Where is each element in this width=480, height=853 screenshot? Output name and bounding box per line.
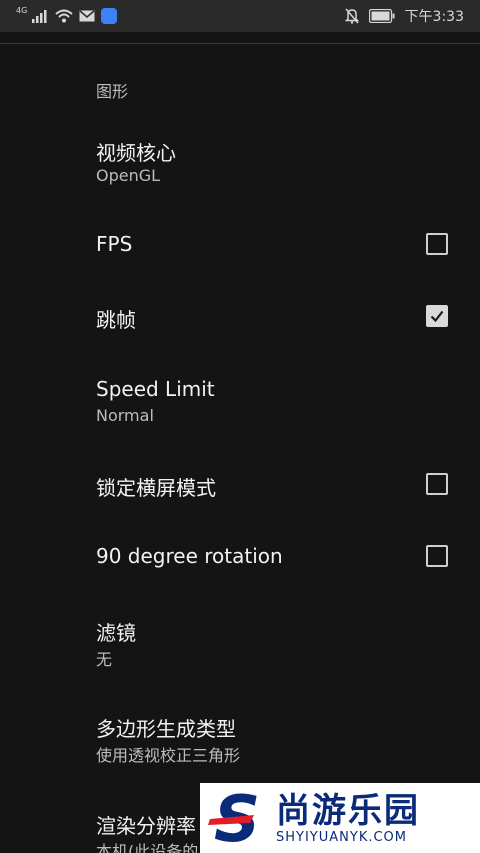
battery-icon	[368, 9, 395, 23]
wifi-icon	[55, 9, 73, 23]
video-core-summary: OpenGL	[96, 166, 161, 185]
status-time: 下午3:33	[404, 9, 464, 25]
mute-notification-icon	[344, 8, 359, 24]
checkmark-icon	[430, 310, 444, 323]
setting-rotation-90[interactable]: 90 degree rotation	[0, 530, 480, 584]
header-divider	[0, 43, 480, 44]
setting-video-core[interactable]: 视频核心 OpenGL	[0, 130, 480, 200]
status-left: 4G	[16, 5, 118, 26]
frame-skip-checkbox[interactable]	[426, 305, 448, 327]
status-right: 下午3:33	[344, 6, 464, 26]
polygon-generation-title: 多边形生成类型	[96, 717, 236, 741]
rotation-90-title: 90 degree rotation	[96, 544, 283, 568]
setting-lock-landscape[interactable]: 锁定横屏模式	[0, 458, 480, 512]
filter-summary: 无	[96, 650, 113, 669]
watermark-text: 尚游乐园 SHYIYUANYK.COM	[276, 792, 420, 845]
status-bar: 4G 下午3:33	[0, 0, 480, 32]
setting-fps[interactable]: FPS	[0, 218, 480, 272]
section-title-graphics: 图形	[96, 82, 129, 101]
speed-limit-title: Speed Limit	[96, 377, 215, 401]
render-resolution-title: 渲染分辨率	[96, 814, 196, 838]
mail-icon	[79, 10, 95, 22]
network-label: 4G	[16, 5, 28, 15]
setting-polygon-generation[interactable]: 多边形生成类型 使用透视校正三角形	[0, 706, 480, 776]
watermark-cn: 尚游乐园	[276, 790, 420, 831]
setting-filter[interactable]: 滤镜 无	[0, 610, 480, 680]
fps-title: FPS	[96, 232, 133, 256]
polygon-generation-summary: 使用透视校正三角形	[96, 746, 241, 765]
video-core-title: 视频核心	[96, 141, 176, 165]
filter-title: 滤镜	[96, 621, 136, 645]
frame-skip-title: 跳帧	[96, 308, 136, 332]
setting-speed-limit[interactable]: Speed Limit Normal	[0, 370, 480, 440]
signal-icon	[32, 10, 47, 23]
watermark-logo-icon: S	[208, 785, 260, 851]
setting-frame-skip[interactable]: 跳帧	[0, 290, 480, 344]
lock-landscape-checkbox[interactable]	[426, 473, 448, 495]
rotation-90-checkbox[interactable]	[426, 545, 448, 567]
watermark-en: SHYIYUANYK.COM	[276, 829, 407, 845]
speed-limit-summary: Normal	[96, 406, 154, 425]
app-badge-icon	[101, 8, 118, 24]
render-resolution-summary: 本机(此设备的	[96, 842, 199, 853]
fps-checkbox[interactable]	[426, 233, 448, 255]
lock-landscape-title: 锁定横屏模式	[96, 476, 216, 500]
watermark-banner: S 尚游乐园 SHYIYUANYK.COM	[200, 783, 480, 853]
